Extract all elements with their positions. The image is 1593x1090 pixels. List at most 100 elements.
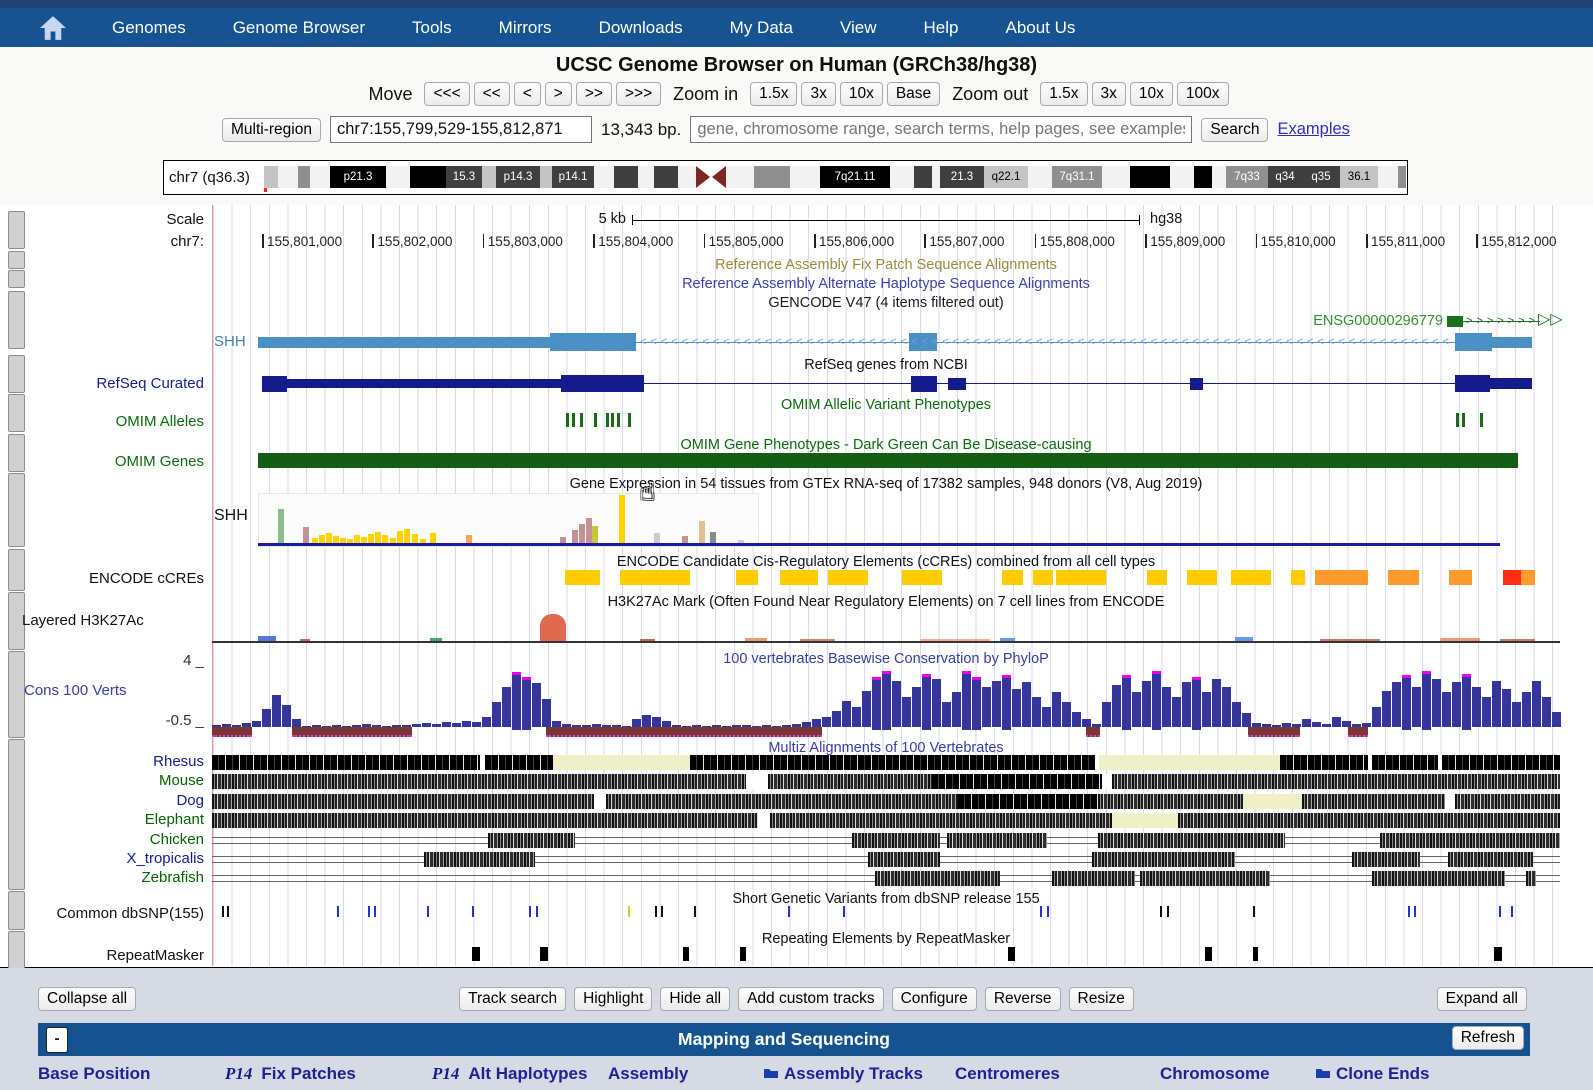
refseq-exon[interactable]: [1455, 375, 1490, 392]
omim-allele-tick[interactable]: [1456, 413, 1459, 427]
dbsnp-tick[interactable]: [1414, 906, 1416, 917]
position-input[interactable]: [330, 116, 592, 143]
footer-link-chromosome[interactable]: Chromosome: [1160, 1064, 1270, 1084]
grab-handle[interactable]: [8, 270, 25, 288]
ideogram-band[interactable]: p21.3: [330, 166, 386, 188]
omim-allele-tick[interactable]: [572, 413, 575, 427]
move-button[interactable]: <<: [474, 82, 510, 106]
ideogram-band[interactable]: [1130, 166, 1170, 188]
ideogram-band[interactable]: q34: [1268, 166, 1302, 188]
nav-item-mirrors[interactable]: Mirrors: [499, 18, 552, 38]
ideogram-band[interactable]: [594, 166, 614, 188]
dbsnp-tick[interactable]: [661, 906, 663, 917]
ideogram-centromere[interactable]: [696, 166, 726, 188]
multiz-segment[interactable]: [1112, 774, 1560, 789]
gtex-bar[interactable]: [572, 530, 578, 543]
omim-allele-tick[interactable]: [617, 413, 620, 427]
zoom-out-button[interactable]: 100x: [1177, 82, 1229, 106]
ideogram-band[interactable]: p14.3: [496, 166, 540, 188]
dbsnp-tick[interactable]: [529, 906, 531, 917]
nav-item-tools[interactable]: Tools: [412, 18, 452, 38]
gtex-bar[interactable]: [466, 535, 472, 543]
gtex-bar[interactable]: [382, 535, 388, 543]
move-button[interactable]: >: [545, 82, 572, 106]
track-image[interactable]: Scalechr7:5 kbhg38155,801,000155,802,000…: [0, 205, 1593, 968]
ccre-box[interactable]: [828, 570, 868, 585]
omim-allele-tick[interactable]: [580, 413, 583, 427]
multiz-segment[interactable]: [768, 774, 932, 789]
multiz-segment[interactable]: [1302, 794, 1445, 809]
move-button[interactable]: <: [514, 82, 541, 106]
multiz-segment[interactable]: [1178, 813, 1560, 828]
multiz-segment[interactable]: [1380, 833, 1560, 848]
nav-item-genome-browser[interactable]: Genome Browser: [233, 18, 365, 38]
dbsnp-tick[interactable]: [1499, 906, 1501, 917]
multiz-segment[interactable]: [758, 813, 770, 828]
multiz-segment[interactable]: [1448, 852, 1533, 867]
repeat-box[interactable]: [740, 947, 746, 961]
omim-allele-tick[interactable]: [566, 413, 569, 427]
ideogram-band[interactable]: 36.1: [1340, 166, 1378, 188]
dbsnp-tick[interactable]: [1160, 906, 1162, 917]
ccre-box[interactable]: [736, 570, 758, 585]
ccre-box[interactable]: [1002, 570, 1023, 585]
ccre-box[interactable]: [1147, 570, 1167, 585]
refresh-button[interactable]: Refresh: [1452, 1026, 1524, 1050]
multiz-segment[interactable]: [1052, 871, 1135, 886]
ideogram-band[interactable]: [482, 166, 496, 188]
omim-gene-bar[interactable]: [258, 453, 1518, 468]
multiz-segment[interactable]: [1372, 871, 1505, 886]
multiz-segment[interactable]: [1102, 774, 1112, 789]
ideogram-band[interactable]: 21.3: [940, 166, 984, 188]
ensg-gene-label[interactable]: ENSG00000296779: [1243, 313, 1443, 329]
multiz-segment[interactable]: [424, 852, 535, 867]
gtex-bar[interactable]: [699, 521, 705, 543]
multiz-segment[interactable]: [212, 813, 758, 828]
search-button[interactable]: Search: [1201, 118, 1268, 142]
dbsnp-tick[interactable]: [1253, 906, 1255, 917]
dbsnp-tick[interactable]: [1408, 906, 1410, 917]
nav-item-help[interactable]: Help: [924, 18, 959, 38]
multiz-segment[interactable]: [770, 813, 1112, 828]
ccre-box[interactable]: [1187, 570, 1217, 585]
dbsnp-tick[interactable]: [843, 906, 845, 917]
repeat-box[interactable]: [1494, 947, 1502, 961]
multiz-segment[interactable]: [1442, 755, 1560, 770]
track-label[interactable]: Cons 100 Verts: [24, 682, 204, 699]
search-input[interactable]: [690, 116, 1192, 143]
gtex-bar[interactable]: [319, 535, 325, 543]
dbsnp-tick[interactable]: [472, 906, 474, 917]
ideogram-band[interactable]: [1398, 166, 1406, 188]
grab-handle[interactable]: [8, 291, 25, 349]
track-control-button-resize[interactable]: Resize: [1069, 987, 1134, 1011]
track-label[interactable]: Scale: [0, 211, 204, 228]
footer-link-alt-haplotypes[interactable]: P14Alt Haplotypes: [432, 1064, 587, 1084]
ccre-box[interactable]: [1033, 570, 1053, 585]
multiz-segment[interactable]: [1372, 755, 1438, 770]
nav-item-downloads[interactable]: Downloads: [599, 18, 683, 38]
multiz-segment[interactable]: [485, 755, 553, 770]
zoom-in-button[interactable]: 3x: [801, 82, 835, 106]
repeat-box[interactable]: [1253, 947, 1258, 961]
track-label[interactable]: Mouse: [0, 772, 204, 789]
ideogram-band[interactable]: [1378, 166, 1398, 188]
zoom-in-button[interactable]: 1.5x: [750, 82, 797, 106]
dbsnp-tick[interactable]: [337, 906, 339, 917]
ideogram-band[interactable]: 15.3: [446, 166, 482, 188]
chromosome-ideogram[interactable]: chr7 (q36.3) p21.315.3p14.3p14.17q21.112…: [163, 160, 1408, 195]
footer-link-fix-patches[interactable]: P14Fix Patches: [225, 1064, 356, 1084]
refseq-exon[interactable]: [262, 376, 287, 392]
ideogram-band[interactable]: 7q31.1: [1052, 166, 1102, 188]
multiz-segment[interactable]: [553, 755, 690, 770]
footer-link-base-position[interactable]: Base Position: [38, 1064, 150, 1084]
ideogram-band[interactable]: [298, 166, 310, 188]
ideogram-band[interactable]: [614, 166, 638, 188]
track-control-button-hide-all[interactable]: Hide all: [660, 987, 730, 1011]
gtex-bar[interactable]: [278, 509, 284, 543]
ideogram-band[interactable]: 7q21.11: [820, 166, 890, 188]
gtex-bar[interactable]: [326, 533, 332, 543]
nav-item-about-us[interactable]: About Us: [1005, 18, 1075, 38]
multiz-segment[interactable]: [1140, 871, 1270, 886]
dbsnp-tick[interactable]: [222, 906, 224, 917]
ccre-box[interactable]: [1315, 570, 1368, 585]
